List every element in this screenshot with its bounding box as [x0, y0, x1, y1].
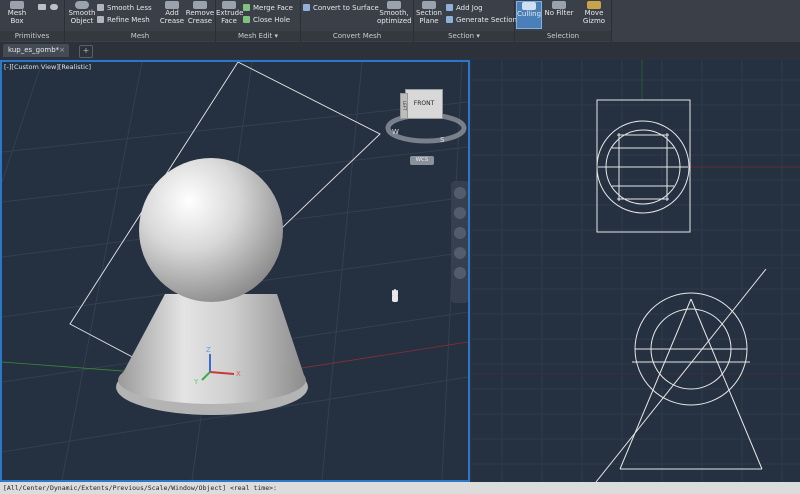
viewcube-left-face[interactable]: LEFT	[400, 93, 408, 119]
full-navigation-wheel-icon[interactable]	[454, 187, 466, 199]
compass-s-label: S	[440, 136, 445, 144]
culling-button[interactable]: Culling	[516, 1, 542, 29]
panel-section: Section Plane Add Jog Generate Section S…	[414, 0, 517, 42]
filter-icon	[552, 1, 566, 9]
panel-title-mesh-edit[interactable]: Mesh Edit ▾	[216, 31, 300, 41]
refine-mesh-icon	[97, 16, 104, 23]
navigation-bar	[451, 181, 468, 303]
svg-text:X: X	[236, 370, 241, 378]
orbit-icon[interactable]	[454, 247, 466, 259]
panel-title-selection: Selection	[515, 31, 611, 41]
culling-icon	[522, 2, 536, 10]
pan-icon[interactable]	[454, 207, 466, 219]
zoom-extents-icon[interactable]	[454, 227, 466, 239]
command-line-prompt: [All/Center/Dynamic/Extents/Previous/Sca…	[3, 484, 277, 492]
svg-text:Z: Z	[206, 346, 211, 354]
compass-w-label: W	[392, 128, 399, 136]
move-gizmo-dropdown[interactable]: Move Gizmo	[579, 1, 609, 25]
extrude-face-icon	[222, 1, 236, 9]
no-filter-dropdown[interactable]: No Filter	[543, 1, 575, 17]
cone-base-shade	[118, 356, 306, 404]
convert-to-surface-button[interactable]: Convert to Surface	[303, 4, 379, 13]
viewport-label[interactable]: [-][Custom View][Realistic]	[4, 63, 91, 71]
add-jog-button[interactable]: Add Jog	[446, 4, 483, 13]
smooth-less-icon	[97, 4, 104, 11]
mesh-cylinder-icon[interactable]	[38, 4, 46, 10]
close-hole-icon	[243, 16, 250, 23]
add-crease-icon	[165, 1, 179, 9]
main-viewport[interactable]: Z X Y W S [-][Custom View][Realistic] FR…	[0, 60, 470, 482]
section-plane-icon	[422, 1, 436, 9]
top-right-viewport[interactable]	[472, 60, 800, 267]
smooth-optimized-dropdown[interactable]: Smooth, optimized	[377, 1, 412, 25]
viewcube-front-face[interactable]: FRONT	[405, 89, 443, 119]
document-tab-bar: kup_es_gomb* × +	[0, 42, 800, 58]
panel-title-primitives: Primitives	[0, 31, 64, 41]
section-plane-button[interactable]: Section Plane	[414, 1, 444, 25]
mesh-box-icon	[10, 1, 24, 9]
panel-convert-mesh: Convert to Surface Smooth, optimized Con…	[301, 0, 414, 42]
generate-section-button[interactable]: Generate Section	[446, 16, 517, 25]
close-hole-button[interactable]: Close Hole	[243, 16, 290, 25]
remove-crease-icon	[193, 1, 207, 9]
smooth-less-button[interactable]: Smooth Less	[97, 4, 152, 13]
bottom-right-viewport[interactable]	[472, 269, 800, 482]
top-right-canvas	[472, 60, 800, 267]
panel-title-mesh: Mesh	[65, 31, 215, 41]
wcs-menu[interactable]: WCS	[410, 156, 434, 165]
hand-pan-cursor	[392, 289, 398, 302]
smooth-object-icon	[75, 1, 89, 9]
bottom-right-canvas	[472, 269, 800, 482]
sphere-body[interactable]	[139, 158, 283, 302]
ribbon: Mesh Box Primitives Smooth Object Smooth…	[0, 0, 800, 43]
panel-mesh-edit: Extrude Face Merge Face Close Hole Mesh …	[216, 0, 301, 42]
showmotion-icon[interactable]	[454, 267, 466, 279]
mesh-sphere-icon[interactable]	[50, 4, 58, 10]
add-crease-button[interactable]: Add Crease	[159, 1, 185, 25]
close-tab-icon[interactable]: ×	[59, 44, 65, 57]
grid-lines	[472, 60, 800, 267]
panel-selection: Culling No Filter Move Gizmo Selection	[515, 0, 612, 42]
smooth-object-button[interactable]: Smooth Object	[67, 1, 97, 25]
smooth-optimized-icon	[387, 1, 401, 9]
merge-face-button[interactable]: Merge Face	[243, 4, 293, 13]
panel-primitives: Mesh Box Primitives	[0, 0, 65, 42]
top-view-drawing[interactable]	[596, 99, 691, 233]
remove-crease-button[interactable]: Remove Crease	[185, 1, 215, 25]
convert-surface-icon	[303, 4, 310, 11]
grid-lines	[472, 269, 800, 482]
move-gizmo-icon	[587, 1, 601, 9]
main-viewport-canvas: Z X Y W S	[2, 62, 468, 480]
mesh-box-button[interactable]: Mesh Box	[2, 1, 32, 25]
panel-mesh: Smooth Object Smooth Less Refine Mesh Ad…	[65, 0, 216, 42]
merge-face-icon	[243, 4, 250, 11]
panel-title-section[interactable]: Section ▾	[414, 31, 514, 41]
svg-text:Y: Y	[193, 378, 199, 386]
document-tab[interactable]: kup_es_gomb* ×	[3, 44, 69, 57]
command-line[interactable]: [All/Center/Dynamic/Extents/Previous/Sca…	[0, 482, 800, 494]
extrude-face-button[interactable]: Extrude Face	[216, 1, 243, 25]
new-tab-button[interactable]: +	[79, 45, 93, 58]
add-jog-icon	[446, 4, 453, 11]
generate-section-icon	[446, 16, 453, 23]
refine-mesh-button[interactable]: Refine Mesh	[97, 16, 150, 25]
panel-title-convert-mesh: Convert Mesh	[301, 31, 413, 41]
